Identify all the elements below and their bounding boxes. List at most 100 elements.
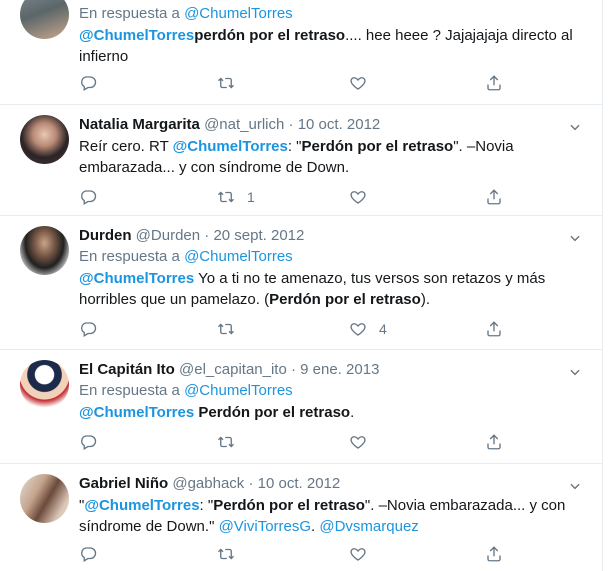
tweet-header: El Capitán Ito @el_capitan_ito · 9 ene. … — [79, 360, 588, 380]
tweet-date[interactable]: 20 sept. 2012 — [213, 227, 304, 244]
reply-prefix: En respuesta a — [79, 5, 180, 22]
reply-button[interactable] — [79, 72, 109, 94]
display-name[interactable]: El Capitán Ito — [79, 361, 175, 378]
retweet-icon — [218, 77, 234, 89]
share-button[interactable] — [485, 431, 503, 453]
reply-prefix: En respuesta a — [79, 248, 180, 265]
reply-button[interactable] — [79, 318, 109, 340]
like-icon — [350, 191, 366, 204]
mention-link[interactable]: @ChumelTorres — [79, 270, 194, 287]
reply-icon — [81, 76, 97, 91]
share-icon — [487, 321, 501, 337]
reply-button[interactable] — [79, 543, 109, 565]
tweet-text-part: Reír cero. RT — [79, 138, 173, 155]
tweet-bold-text: Perdón por el retraso — [213, 497, 365, 514]
like-button[interactable]: 4 — [349, 318, 387, 340]
tweet-text: @ChumelTorres Perdón por el retraso. — [79, 402, 588, 423]
tweet-text-part: . — [350, 404, 355, 421]
like-icon — [350, 548, 366, 561]
like-button[interactable] — [349, 431, 379, 453]
reply-button[interactable] — [79, 186, 109, 208]
display-name[interactable]: Natalia Margarita — [79, 116, 200, 133]
avatar[interactable] — [20, 474, 69, 523]
display-name[interactable]: Durden — [79, 227, 132, 244]
tweet-card[interactable]: Durden @Durden · 20 sept. 2012 En respue… — [0, 216, 603, 350]
mention-link[interactable]: @ChumelTorres — [173, 138, 288, 155]
retweet-icon — [218, 548, 234, 560]
retweet-count: 1 — [247, 189, 255, 205]
user-handle[interactable]: @nat_urlich — [204, 116, 284, 133]
reply-to-link[interactable]: @ChumelTorres — [184, 5, 293, 22]
separator-dot: · — [288, 116, 294, 133]
tweet-actions: 4 — [79, 318, 588, 340]
share-button[interactable] — [485, 186, 503, 208]
mention-link[interactable]: @Dvsmarquez — [319, 518, 418, 535]
tweet-date[interactable]: 10 oct. 2012 — [258, 475, 341, 492]
tweet-bold-text: perdón por el retraso — [194, 27, 346, 44]
reply-button[interactable] — [79, 431, 109, 453]
tweet-card[interactable]: En respuesta a @ChumelTorres @ChumelTorr… — [0, 0, 603, 105]
reply-context: En respuesta a @ChumelTorres — [79, 381, 588, 401]
tweet-header: Natalia Margarita @nat_urlich · 10 oct. … — [79, 115, 588, 135]
retweet-button[interactable] — [217, 318, 247, 340]
reply-icon — [81, 547, 97, 562]
share-button[interactable] — [485, 318, 503, 340]
avatar[interactable] — [20, 0, 69, 39]
share-icon — [487, 75, 501, 91]
retweet-button[interactable] — [217, 431, 247, 453]
tweet-text: @ChumelTorres Yo a ti no te amenazo, tus… — [79, 268, 588, 310]
tweet-text: "@ChumelTorres: "Perdón por el retraso".… — [79, 495, 588, 537]
tweet-card[interactable]: El Capitán Ito @el_capitan_ito · 9 ene. … — [0, 350, 603, 464]
user-handle[interactable]: @el_capitan_ito — [179, 361, 287, 378]
tweet-card[interactable]: Natalia Margarita @nat_urlich · 10 oct. … — [0, 105, 603, 216]
mention-link[interactable]: @ChumelTorres — [84, 497, 199, 514]
tweet-text: Reír cero. RT @ChumelTorres: "Perdón por… — [79, 136, 588, 178]
tweet-actions — [79, 431, 588, 453]
tweet-card[interactable]: Gabriel Niño @gabhack · 10 oct. 2012 "@C… — [0, 464, 603, 571]
tweet-actions: 1 — [79, 186, 588, 208]
separator-dot: · — [248, 475, 254, 492]
like-count: 4 — [379, 321, 387, 337]
retweet-button[interactable]: 1 — [217, 186, 255, 208]
share-icon — [487, 189, 501, 205]
reply-icon — [81, 190, 97, 205]
share-button[interactable] — [485, 543, 503, 565]
tweet-text-part: : " — [287, 138, 302, 155]
mention-link[interactable]: @ChumelTorres — [79, 27, 194, 44]
tweet-date[interactable]: 10 oct. 2012 — [298, 116, 381, 133]
avatar[interactable] — [20, 226, 69, 275]
like-button[interactable] — [349, 72, 379, 94]
tweet-header: Gabriel Niño @gabhack · 10 oct. 2012 — [79, 474, 588, 494]
mention-link[interactable]: @ChumelTorres — [79, 404, 194, 421]
share-button[interactable] — [485, 72, 503, 94]
tweet-header: Durden @Durden · 20 sept. 2012 — [79, 226, 588, 246]
tweet-actions — [79, 543, 588, 565]
reply-prefix: En respuesta a — [79, 382, 180, 399]
avatar[interactable] — [20, 360, 69, 409]
reply-to-link[interactable]: @ChumelTorres — [184, 382, 293, 399]
mention-link[interactable]: @ViviTorresG — [219, 518, 311, 535]
like-icon — [350, 77, 366, 90]
tweet-feed: En respuesta a @ChumelTorres @ChumelTorr… — [0, 0, 609, 571]
tweet-text-part: : " — [199, 497, 214, 514]
share-icon — [487, 434, 501, 450]
reply-context: En respuesta a @ChumelTorres — [79, 247, 588, 267]
reply-icon — [81, 322, 97, 337]
user-handle[interactable]: @Durden — [136, 227, 200, 244]
retweet-button[interactable] — [217, 72, 247, 94]
like-button[interactable] — [349, 543, 379, 565]
separator-dot: · — [291, 361, 296, 378]
reply-context: En respuesta a @ChumelTorres — [79, 0, 588, 22]
tweet-date[interactable]: 9 ene. 2013 — [300, 361, 379, 378]
user-handle[interactable]: @gabhack — [172, 475, 244, 492]
retweet-button[interactable] — [217, 543, 247, 565]
like-button[interactable] — [349, 186, 379, 208]
reply-to-link[interactable]: @ChumelTorres — [184, 248, 293, 265]
tweet-actions — [79, 72, 588, 94]
retweet-icon — [218, 436, 234, 448]
avatar[interactable] — [20, 115, 69, 164]
display-name[interactable]: Gabriel Niño — [79, 475, 168, 492]
like-icon — [350, 436, 366, 449]
tweet-bold-text: Perdón por el retraso — [301, 138, 454, 155]
retweet-icon — [218, 191, 234, 203]
